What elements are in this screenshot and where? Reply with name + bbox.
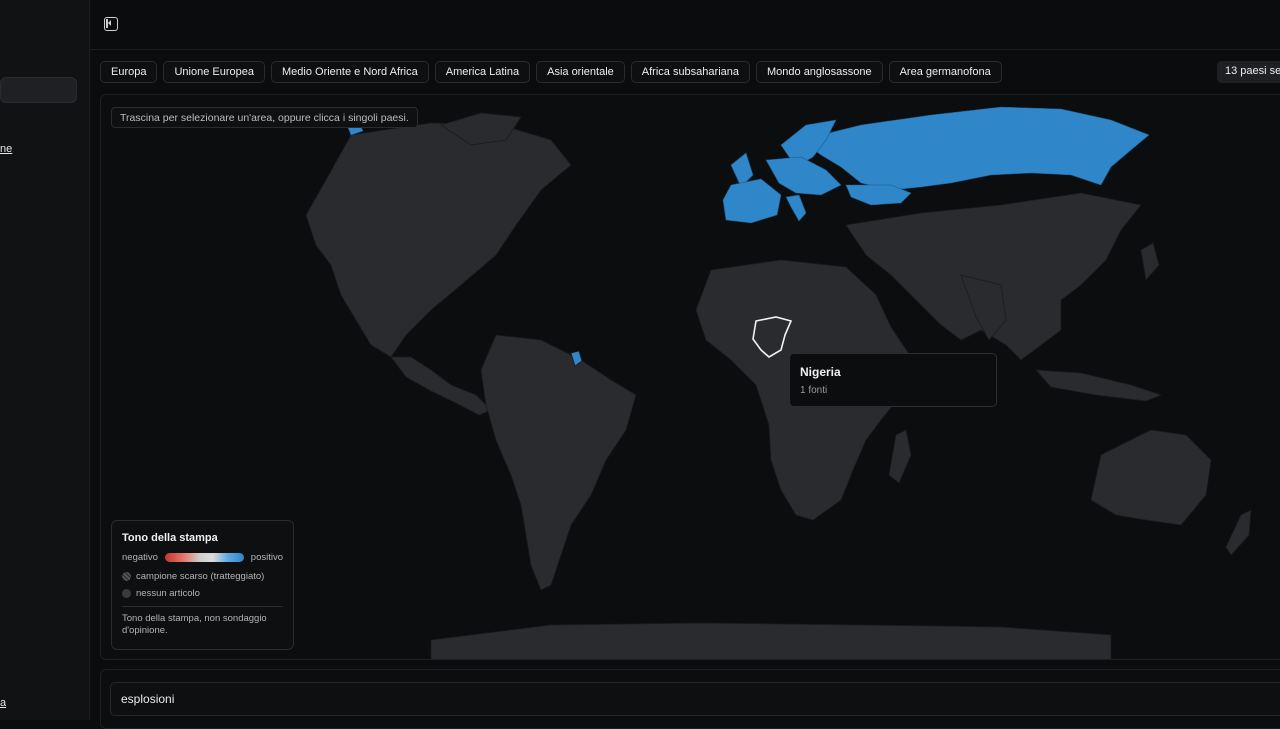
map-hint: Trascina per selezionare un'area, oppure… <box>111 107 418 128</box>
world-map-panel[interactable]: Trascina per selezionare un'area, oppure… <box>100 94 1280 660</box>
top-bar <box>90 0 1280 50</box>
tone-gradient-bar <box>164 553 244 562</box>
country-russia <box>800 106 1150 191</box>
legend-title: Tono della stampa <box>122 532 218 544</box>
legend-sparse-label: campione scarso (tratteggiato) <box>136 571 265 582</box>
legend-divider <box>122 606 283 607</box>
map-legend: Tono della stampa negativo positivo camp… <box>111 520 294 650</box>
country-indonesia <box>1035 369 1163 402</box>
region-chip[interactable]: America Latina <box>434 61 531 83</box>
tooltip-country-name: Nigeria <box>800 365 841 379</box>
region-chip[interactable]: Medio Oriente e Nord Africa <box>271 61 429 83</box>
country-australia <box>1090 429 1212 526</box>
country-new-zealand <box>1225 509 1252 556</box>
sidebar-collapse-icon[interactable] <box>104 17 118 31</box>
country-france-spain <box>722 178 782 224</box>
main-content: Europa Unione Europea Medio Oriente e Nord… <box>90 0 1280 729</box>
region-chip[interactable]: Asia orientale <box>536 61 625 83</box>
region-chip[interactable]: Africa subsahariana <box>630 61 750 83</box>
query-input[interactable] <box>110 682 1280 716</box>
country-central-europe <box>765 156 842 196</box>
country-italy <box>785 194 807 222</box>
region-chip[interactable]: Mondo anglosassone <box>756 61 883 83</box>
country-south-america <box>480 334 637 591</box>
legend-none-row: nessun articolo <box>122 588 283 599</box>
legend-positive-label: positivo <box>250 552 283 563</box>
country-japan <box>1140 242 1160 281</box>
selected-count-badge: 13 paesi sele <box>1217 61 1280 83</box>
legend-negative-label: negativo <box>122 552 158 563</box>
hatched-dot-icon <box>122 572 131 581</box>
empty-dot-icon <box>122 589 131 598</box>
country-tooltip: Nigeria 1 fonti <box>789 353 997 407</box>
country-central-america <box>390 356 492 416</box>
legend-sparse-row: campione scarso (tratteggiato) <box>122 571 283 582</box>
country-madagascar <box>888 429 912 484</box>
region-chip[interactable]: Area germanofona <box>888 61 1002 83</box>
legend-none-label: nessun articolo <box>136 588 200 599</box>
sidebar: ne a <box>0 0 90 720</box>
tooltip-source-count: 1 fonti <box>800 385 828 396</box>
sidebar-link[interactable]: ne <box>0 143 12 155</box>
region-chip[interactable]: Unione Europea <box>163 61 265 83</box>
region-chip-bar: Europa Unione Europea Medio Oriente e Nord… <box>100 61 1002 83</box>
country-antarctica <box>430 622 1112 659</box>
region-chip[interactable]: Europa <box>100 61 158 83</box>
query-panel <box>100 669 1280 729</box>
country-north-america <box>305 122 572 358</box>
legend-scale: negativo positivo <box>122 552 283 563</box>
sidebar-active-item[interactable] <box>0 77 77 103</box>
legend-note: Tono della stampa, non sondaggio d'opini… <box>122 613 267 636</box>
sidebar-footer-link[interactable]: a <box>0 697 6 709</box>
